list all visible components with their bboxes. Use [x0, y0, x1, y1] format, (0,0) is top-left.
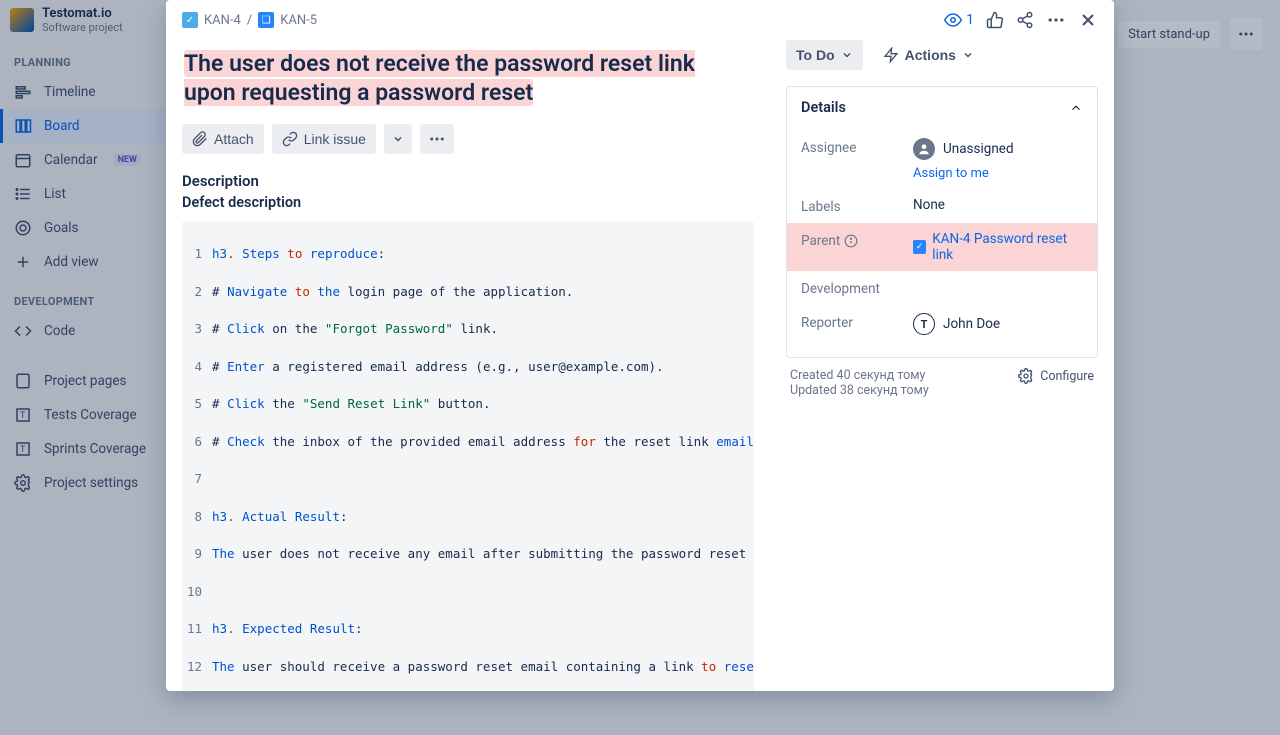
watch-button[interactable]: 1: [944, 11, 974, 29]
close-button[interactable]: [1078, 10, 1098, 30]
created-ts: Created 40 секунд тому: [790, 368, 929, 383]
modal-header: ✓ KAN-4 / ❑ KAN-5 1: [166, 0, 1114, 40]
configure-button[interactable]: Configure: [1018, 368, 1094, 384]
link-issue-dropdown[interactable]: [384, 124, 412, 154]
issue-type-icon: ❑: [258, 12, 274, 28]
dots-icon: [428, 130, 446, 148]
attach-button[interactable]: Attach: [182, 124, 264, 154]
issue-title[interactable]: The user does not receive the password r…: [182, 40, 754, 118]
meta-footer: Created 40 секунд тому Updated 38 секунд…: [786, 358, 1098, 408]
chevron-down-icon: [392, 133, 404, 145]
eye-icon: [944, 11, 962, 29]
status-dropdown[interactable]: To Do: [786, 40, 863, 70]
breadcrumb-current[interactable]: KAN-5: [280, 13, 317, 28]
breadcrumb: ✓ KAN-4 / ❑ KAN-5: [182, 12, 936, 28]
actions-dropdown[interactable]: Actions: [873, 40, 984, 70]
attach-icon: [192, 131, 208, 147]
details-panel: Details Assignee Unassigned Assign to me: [786, 86, 1098, 358]
info-icon: [844, 234, 858, 248]
like-button[interactable]: [986, 11, 1004, 29]
parent-link[interactable]: KAN-4 Password reset link: [932, 231, 1083, 263]
issue-modal: ✓ KAN-4 / ❑ KAN-5 1 The user does not r: [166, 0, 1114, 691]
breadcrumb-parent[interactable]: KAN-4: [204, 13, 241, 28]
link-issue-button[interactable]: Link issue: [272, 124, 376, 154]
labels-row[interactable]: Labels None: [801, 189, 1083, 223]
development-row[interactable]: Development: [801, 271, 1083, 305]
gear-icon: [1018, 368, 1034, 384]
reporter-row[interactable]: Reporter T John Doe: [801, 305, 1083, 343]
share-button[interactable]: [1016, 11, 1034, 29]
parent-type-icon: ✓: [182, 12, 198, 28]
parent-type-icon: ✓: [913, 240, 926, 254]
defect-heading: Defect description: [182, 194, 754, 211]
link-icon: [282, 131, 298, 147]
more-actions-button[interactable]: [420, 124, 454, 154]
details-toggle[interactable]: Details: [787, 87, 1097, 128]
chevron-down-icon: [841, 49, 853, 61]
issue-content: The user does not receive the password r…: [166, 40, 778, 691]
updated-ts: Updated 38 секунд тому: [790, 383, 929, 398]
chevron-up-icon: [1069, 101, 1083, 115]
assign-to-me[interactable]: Assign to me: [913, 166, 1083, 181]
unassigned-icon: [913, 138, 935, 160]
assignee-row[interactable]: Assignee Unassigned Assign to me: [801, 130, 1083, 189]
chevron-down-icon: [962, 49, 974, 61]
more-button[interactable]: [1046, 10, 1066, 30]
parent-row[interactable]: Parent ✓ KAN-4 Password reset link: [787, 223, 1097, 271]
description-heading: Description: [182, 172, 754, 190]
bolt-icon: [883, 47, 899, 63]
reporter-avatar: T: [913, 313, 935, 335]
details-column: To Do Actions Details: [778, 40, 1114, 691]
code-block[interactable]: 1h3. Steps to reproduce: 2# Navigate to …: [182, 221, 754, 692]
